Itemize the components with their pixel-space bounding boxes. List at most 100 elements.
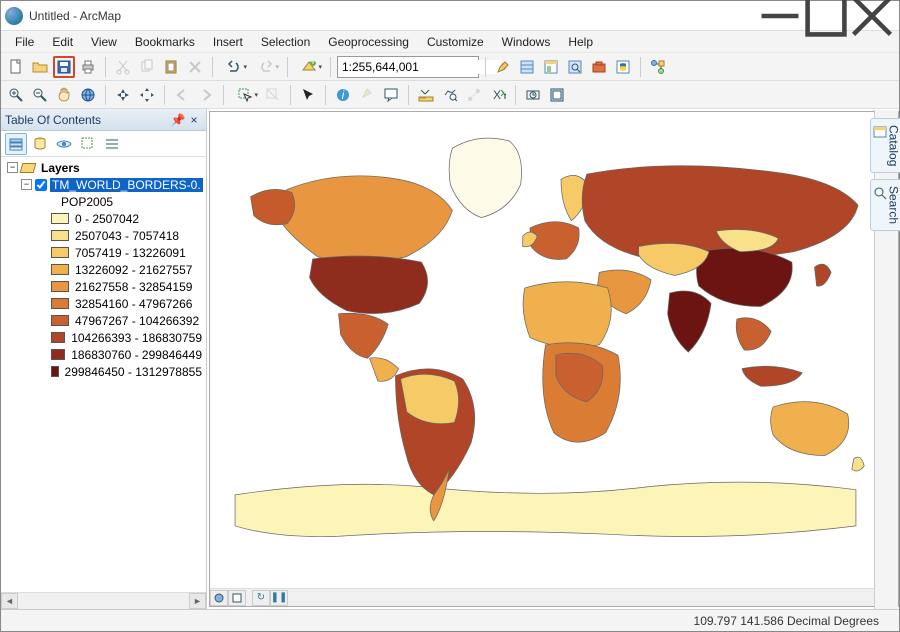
list-by-selection-button[interactable]	[77, 133, 99, 155]
toc-h-scrollbar[interactable]: ◄ ►	[1, 592, 206, 609]
maximize-button[interactable]	[803, 2, 849, 30]
layers-icon	[20, 163, 37, 173]
class-swatch	[51, 349, 65, 360]
legend-class-row[interactable]: 0 - 2507042	[3, 210, 204, 227]
menu-insert[interactable]: Insert	[205, 33, 251, 51]
catalog-window-button[interactable]	[540, 56, 562, 78]
find-button[interactable]	[439, 84, 461, 106]
new-document-button[interactable]	[5, 56, 27, 78]
legend-class-row[interactable]: 47967267 - 104266392	[3, 312, 204, 329]
menu-help[interactable]: Help	[560, 33, 601, 51]
refresh-view-button[interactable]: ↻	[252, 590, 270, 606]
add-data-button[interactable]: +▾	[294, 56, 324, 78]
menu-bookmarks[interactable]: Bookmarks	[127, 33, 203, 51]
menu-windows[interactable]: Windows	[494, 33, 559, 51]
legend-class-row[interactable]: 104266393 - 186830759	[3, 329, 204, 346]
print-button[interactable]	[77, 56, 99, 78]
open-document-button[interactable]	[29, 56, 51, 78]
time-slider-button[interactable]	[522, 84, 544, 106]
clear-selection-button[interactable]	[262, 84, 284, 106]
layer-name-label[interactable]: TM_WORLD_BORDERS-0.	[50, 178, 203, 192]
dataframe-label[interactable]: Layers	[39, 161, 82, 175]
identify-button[interactable]: i	[332, 84, 354, 106]
find-route-button[interactable]	[463, 84, 485, 106]
side-tab-catalog[interactable]: Catalog	[870, 118, 900, 173]
forward-extent-button[interactable]	[195, 84, 217, 106]
select-features-button[interactable]: ▾	[230, 84, 260, 106]
list-by-visibility-button[interactable]	[53, 133, 75, 155]
html-popup-button[interactable]	[380, 84, 402, 106]
cut-button[interactable]	[112, 56, 134, 78]
save-button[interactable]	[53, 56, 75, 78]
legend-class-row[interactable]: 299846450 - 1312978855	[3, 363, 204, 380]
create-viewer-button[interactable]	[546, 84, 568, 106]
fixed-zoom-out-button[interactable]	[136, 84, 158, 106]
table-of-contents-button[interactable]	[516, 56, 538, 78]
pause-drawing-button[interactable]: ❚❚	[270, 590, 288, 606]
arc-toolbox-button[interactable]	[588, 56, 610, 78]
paste-button[interactable]	[160, 56, 182, 78]
model-builder-button[interactable]	[647, 56, 669, 78]
side-tab-search[interactable]: Search	[870, 179, 900, 231]
select-elements-button[interactable]	[297, 84, 319, 106]
map-scale-field[interactable]	[338, 60, 501, 74]
toc-options-button[interactable]	[101, 133, 123, 155]
copy-button[interactable]	[136, 56, 158, 78]
scroll-right-icon[interactable]: ►	[189, 593, 206, 609]
python-window-button[interactable]	[612, 56, 634, 78]
layout-view-button[interactable]	[228, 590, 246, 606]
menu-view[interactable]: View	[83, 33, 125, 51]
close-button[interactable]	[849, 2, 895, 30]
toc-layer-row[interactable]: − TM_WORLD_BORDERS-0.	[3, 176, 204, 193]
legend-class-row[interactable]: 186830760 - 299846449	[3, 346, 204, 363]
legend-class-row[interactable]: 21627558 - 32854159	[3, 278, 204, 295]
class-swatch	[51, 298, 69, 309]
class-label: 104266393 - 186830759	[69, 331, 204, 345]
measure-button[interactable]	[415, 84, 437, 106]
menu-edit[interactable]: Edit	[44, 33, 81, 51]
class-swatch	[51, 315, 69, 326]
search-window-button[interactable]	[564, 56, 586, 78]
table-of-contents-pane: Table Of Contents 📌 × − Layers − TM_WORL…	[1, 109, 207, 609]
layer-visibility-checkbox[interactable]	[35, 179, 47, 191]
pin-icon[interactable]: 📌	[170, 113, 186, 127]
minimize-button[interactable]	[757, 2, 803, 30]
close-pane-icon[interactable]: ×	[186, 113, 202, 127]
menu-selection[interactable]: Selection	[253, 33, 318, 51]
collapse-icon[interactable]: −	[7, 162, 18, 173]
delete-button[interactable]	[184, 56, 206, 78]
menu-geoprocessing[interactable]: Geoprocessing	[320, 33, 417, 51]
back-extent-button[interactable]	[171, 84, 193, 106]
svg-text:i: i	[342, 88, 345, 102]
map-canvas[interactable]	[210, 112, 881, 588]
fixed-zoom-in-button[interactable]	[112, 84, 134, 106]
hyperlink-button[interactable]	[356, 84, 378, 106]
class-swatch	[51, 247, 69, 258]
collapse-icon[interactable]: −	[21, 179, 32, 190]
list-by-drawing-order-button[interactable]	[5, 133, 27, 155]
menu-customize[interactable]: Customize	[419, 33, 492, 51]
goto-xy-button[interactable]: XY	[487, 84, 509, 106]
legend-class-row[interactable]: 32854160 - 47967266	[3, 295, 204, 312]
list-by-source-button[interactable]	[29, 133, 51, 155]
scroll-left-icon[interactable]: ◄	[1, 593, 18, 609]
legend-class-row[interactable]: 2507043 - 7057418	[3, 227, 204, 244]
undo-button[interactable]: ▾	[219, 56, 249, 78]
editor-toolbar-button[interactable]	[492, 56, 514, 78]
menu-file[interactable]: File	[7, 33, 42, 51]
zoom-out-button[interactable]	[29, 84, 51, 106]
full-extent-button[interactable]	[77, 84, 99, 106]
toc-tree[interactable]: − Layers − TM_WORLD_BORDERS-0. POP2005 0…	[1, 157, 206, 592]
legend-class-row[interactable]: 13226092 - 21627557	[3, 261, 204, 278]
titlebar: Untitled - ArcMap	[1, 1, 899, 31]
map-view[interactable]: ▲ ▼ ↻ ❚❚	[209, 111, 899, 607]
toc-dataframe-row[interactable]: − Layers	[3, 159, 204, 176]
map-scale-input[interactable]: ˅	[337, 56, 479, 78]
legend-class-row[interactable]: 7057419 - 13226091	[3, 244, 204, 261]
map-bottom-bar: ↻ ❚❚	[210, 588, 898, 606]
class-label: 21627558 - 32854159	[73, 280, 194, 294]
zoom-in-button[interactable]	[5, 84, 27, 106]
pan-button[interactable]	[53, 84, 75, 106]
redo-button[interactable]: ▾	[251, 56, 281, 78]
data-view-button[interactable]	[210, 590, 228, 606]
